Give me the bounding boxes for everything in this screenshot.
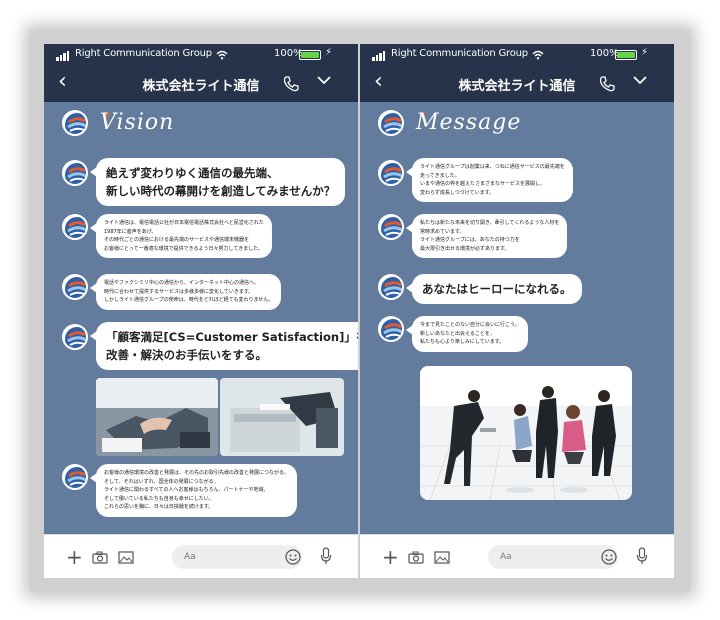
avatar <box>62 160 88 186</box>
team-photo[interactable] <box>420 366 632 500</box>
message-bubble[interactable]: 今まで見たことのない自分に会いに行こう。 新しいあなたと出会えることを、 私たち… <box>406 316 528 352</box>
avatar <box>378 214 404 240</box>
message-bubble[interactable]: 私たちは新たな未来を切り開き、牽引してくれるような人材を 常時求めています。 ラ… <box>405 214 568 258</box>
battery-icon <box>615 50 637 60</box>
message-text: 最大限引き出せる環境が必ずあります。 <box>420 245 510 252</box>
message-text: これらの思いを胸に、日々は日挑戦を続けます。 <box>104 504 214 510</box>
avatar <box>62 274 88 300</box>
section-heading: Message <box>416 110 522 135</box>
message-composer: + <box>44 534 358 578</box>
emoji-icon[interactable] <box>601 549 617 569</box>
microphone-icon[interactable] <box>636 547 648 569</box>
microphone-icon[interactable] <box>320 547 332 569</box>
message-text: 新しいあなたと出会えることを、 <box>420 330 495 337</box>
nav-bar: ‹ 株式会社ライト通信 <box>360 66 674 102</box>
message-text: 1987年に産声をあげ、 <box>104 228 157 235</box>
chat-screen-message: Right Communication Group 100% ⚡ ‹ 株式会社ラ… <box>360 44 674 578</box>
message-text: 走ってきました。 <box>420 172 460 179</box>
section-heading: Vision <box>100 110 175 135</box>
message-text: ライト通信は、電信電話公社が日本電信電話株式会社へと民営化された <box>104 220 264 226</box>
status-bar: Right Communication Group 100% ⚡ <box>44 44 358 66</box>
message-input[interactable] <box>172 545 302 569</box>
plus-icon[interactable]: + <box>66 545 83 569</box>
message-text: 新しい時代の幕開けを創造してみませんか？ <box>106 184 336 198</box>
wifi-icon <box>216 50 228 63</box>
camera-icon[interactable] <box>408 549 424 568</box>
message-text: 私たちは新たな未来を切り開き、牽引してくれるような人材を <box>420 220 560 226</box>
signal-icon <box>372 51 386 61</box>
office-printer-photo[interactable] <box>220 378 344 456</box>
message-text: いまや通信の枠を越えたさまざまなサービスを展開し、 <box>420 181 546 187</box>
avatar <box>378 274 404 300</box>
message-text: ライト通信グループは創業以来、つねに通信サービスの最先端を <box>420 164 565 170</box>
avatar <box>62 464 88 490</box>
message-text: 今まで見たことのない自分に会いに行こう。 <box>420 322 520 328</box>
message-text: 私たちも心より楽しみにしています。 <box>420 339 505 345</box>
message-bubble[interactable]: ライト通信グループは創業以来、つねに通信サービスの最先端を 走ってきました。 い… <box>406 158 573 202</box>
message-text: 「顧客満足[CS=Customer Satisfaction]」を第一に、 <box>106 330 358 344</box>
wifi-icon <box>532 50 544 63</box>
chat-title: 株式会社ライト通信 <box>142 79 260 94</box>
nav-bar: ‹ 株式会社ライト通信 <box>44 66 358 102</box>
image-icon[interactable] <box>434 549 450 568</box>
phone-icon[interactable] <box>282 75 300 93</box>
avatar <box>378 110 404 136</box>
message-text: しかしライト通信グループの使命は、時代をどれほど経ても変わりません。 <box>104 297 274 303</box>
carrier-name: Right Communication Group <box>391 48 528 59</box>
message-text: その時代ごとの通信における最先端のサービスや通信端末機器を <box>104 237 249 243</box>
message-text: ライト通信グループには、あなたの持つ力を <box>420 237 520 243</box>
message-bubble[interactable]: 絶えず変わりゆく通信の最先端、 新しい時代の幕開けを創造してみませんか？ <box>89 158 346 206</box>
office-handshake-photo[interactable] <box>96 378 218 456</box>
avatar <box>378 316 404 342</box>
chat-title: 株式会社ライト通信 <box>458 79 576 94</box>
chevron-down-icon[interactable] <box>316 72 332 90</box>
message-bubble[interactable]: お客様の通信環境の改善と発展は、その先のお取引先様の改善と発展につながる。 そし… <box>89 464 298 517</box>
message-text: そして働いている私たちも自身も幸せにしたい。 <box>104 495 214 502</box>
message-input[interactable] <box>488 545 618 569</box>
emoji-icon[interactable] <box>285 549 301 569</box>
carrier-name: Right Communication Group <box>75 48 212 59</box>
message-list: Message ライト通信グループは創業以来、つねに通信サービスの最先端を 走っ… <box>360 102 674 534</box>
message-text: 改善・解決のお手伝いをする。 <box>106 348 267 362</box>
screenshot-frame: Right Communication Group 100% ⚡ ‹ 株式会社ラ… <box>30 30 690 592</box>
avatar <box>62 324 88 350</box>
charging-icon: ⚡ <box>325 47 333 58</box>
image-icon[interactable] <box>118 549 134 568</box>
message-text: 変わらず成長しつづけています。 <box>420 189 495 196</box>
plus-icon[interactable]: + <box>382 545 399 569</box>
message-bubble[interactable]: あなたはヒーローになれる。 <box>406 274 582 304</box>
message-bubble[interactable]: 電話やファクシミリ中心の通信から、インターネット中心の通信へ。 時代に合わせて提… <box>89 274 282 310</box>
avatar <box>62 214 88 240</box>
message-text: 電話やファクシミリ中心の通信から、インターネット中心の通信へ。 <box>104 280 260 286</box>
message-text: あなたはヒーローになれる。 <box>422 282 572 296</box>
message-text: お客様の通信環境の改善と発展は、その先のお取引先様の改善と発展につながる。 <box>104 470 290 476</box>
message-text: 時代に合わせて提供するサービスは多様多様に変化していきます。 <box>104 288 254 295</box>
battery-icon <box>299 50 321 60</box>
message-bubble[interactable]: ライト通信は、電信電話公社が日本電信電話株式会社へと民営化された 1987年に産… <box>90 214 272 258</box>
chevron-down-icon[interactable] <box>632 72 648 90</box>
charging-icon: ⚡ <box>641 47 649 58</box>
chat-screen-vision: Right Communication Group 100% ⚡ ‹ 株式会社ラ… <box>44 44 358 578</box>
message-text: そして、それはいずれ、国全体の発展につながる。 <box>104 478 219 485</box>
message-bubble[interactable]: 「顧客満足[CS=Customer Satisfaction]」を第一に、 改善… <box>90 322 358 370</box>
message-text: 絶えず変わりゆく通信の最先端、 <box>106 166 279 180</box>
signal-icon <box>56 51 70 61</box>
status-bar: Right Communication Group 100% ⚡ <box>360 44 674 66</box>
message-text: 常時求めています。 <box>420 228 465 235</box>
message-list: Vision 絶えず変わりゆく通信の最先端、 新しい時代の幕開けを創造してみませ… <box>44 102 358 534</box>
camera-icon[interactable] <box>92 549 108 568</box>
avatar <box>378 160 404 186</box>
message-composer: + <box>360 534 674 578</box>
phone-icon[interactable] <box>598 75 616 93</box>
message-text: お客様にとって一番適な環境で提供できるよう日々努力してきました。 <box>104 245 264 252</box>
avatar <box>62 110 88 136</box>
message-text: ライト通信に関わるすべての人へお客様はもちろん、パートナーや地域、 <box>104 487 269 493</box>
